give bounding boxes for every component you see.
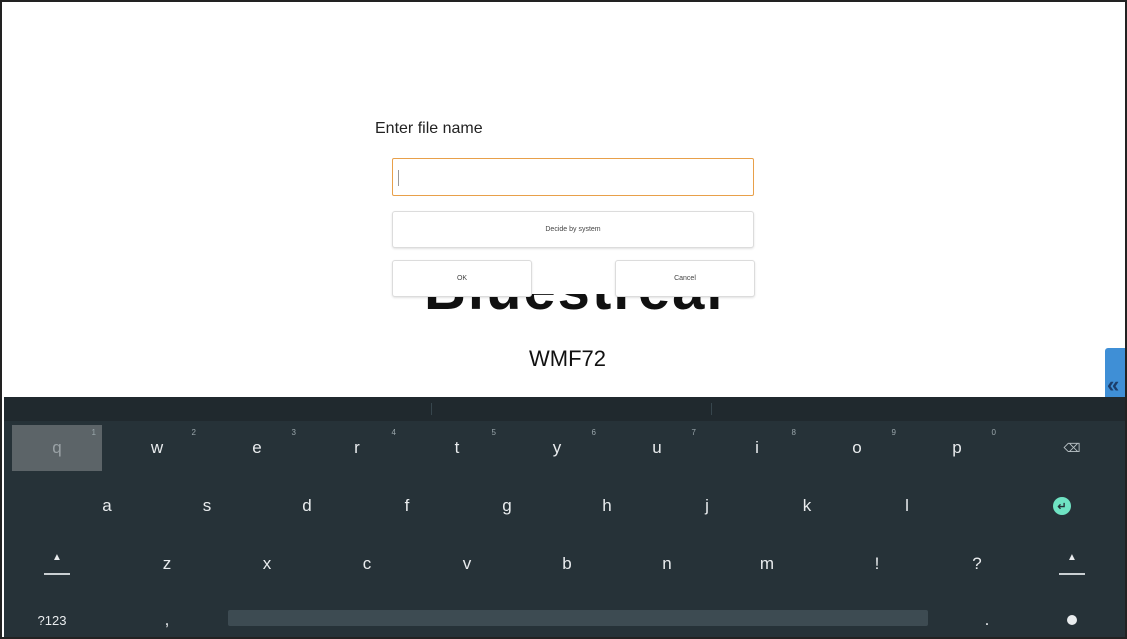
emoji-icon	[1067, 615, 1077, 625]
app-screen: Bluestream WMF72 Enter file name Decide …	[4, 4, 1125, 397]
key-backspace[interactable]: ⌫	[1027, 425, 1117, 471]
space-bar[interactable]	[228, 610, 928, 626]
key-hint: 7	[691, 428, 696, 437]
key-x[interactable]: x	[222, 541, 312, 587]
key-question[interactable]: ?	[932, 541, 1022, 587]
key-label: ?123	[37, 612, 67, 628]
key-label: n	[662, 554, 672, 573]
key-enter[interactable]: ↵	[1017, 483, 1107, 529]
key-label: i	[755, 438, 759, 457]
key-hint: 0	[991, 428, 996, 437]
key-label: k	[802, 496, 812, 515]
key-label: o	[852, 438, 862, 457]
background-title-text: Bluestream	[424, 294, 724, 320]
key-label: .	[984, 610, 990, 629]
key-j[interactable]: j	[662, 483, 752, 529]
key-hint: 5	[491, 428, 496, 437]
key-label: ?	[972, 554, 982, 573]
key-q[interactable]: q 1	[12, 425, 102, 471]
key-y[interactable]: y 6	[512, 425, 602, 471]
key-e[interactable]: e 3	[212, 425, 302, 471]
key-label: d	[302, 496, 312, 515]
shift-icon: ▲	[1059, 553, 1085, 575]
device-frame: Bluestream WMF72 Enter file name Decide …	[0, 0, 1127, 639]
key-hint: 3	[291, 428, 296, 437]
key-k[interactable]: k	[762, 483, 852, 529]
background-subtitle: WMF72	[529, 346, 606, 371]
key-a[interactable]: a	[62, 483, 152, 529]
key-shift-left[interactable]: ▲	[12, 541, 102, 587]
cancel-button[interactable]: Cancel	[615, 260, 755, 297]
key-label: a	[102, 496, 112, 515]
key-s[interactable]: s	[162, 483, 252, 529]
key-z[interactable]: z	[122, 541, 212, 587]
key-b[interactable]: b	[522, 541, 612, 587]
key-hint: 6	[591, 428, 596, 437]
backspace-icon: ⌫	[1063, 441, 1081, 455]
key-p[interactable]: p 0	[912, 425, 1002, 471]
key-u[interactable]: u 7	[612, 425, 702, 471]
key-g[interactable]: g	[462, 483, 552, 529]
key-label: m	[759, 554, 775, 573]
key-i[interactable]: i 8	[712, 425, 802, 471]
key-emoji[interactable]	[1027, 597, 1117, 637]
key-label: w	[150, 438, 164, 457]
key-label: f	[404, 496, 410, 515]
key-n[interactable]: n	[622, 541, 712, 587]
key-h[interactable]: h	[562, 483, 652, 529]
key-d[interactable]: d	[262, 483, 352, 529]
key-label: ,	[164, 610, 170, 629]
key-exclamation[interactable]: !	[832, 541, 922, 587]
key-label: q	[52, 438, 62, 457]
key-label: c	[362, 554, 372, 573]
key-hint: 4	[391, 428, 396, 437]
key-label: e	[252, 438, 262, 457]
key-label: p	[952, 438, 962, 457]
key-f[interactable]: f	[362, 483, 452, 529]
key-label: j	[705, 496, 709, 515]
key-label: x	[262, 554, 272, 573]
key-label: l	[905, 496, 909, 515]
key-label: s	[202, 496, 212, 515]
ok-button[interactable]: OK	[392, 260, 532, 297]
suggestion-divider	[711, 403, 712, 415]
key-hint: 8	[791, 428, 796, 437]
suggestion-divider	[431, 403, 432, 415]
key-label: y	[552, 438, 562, 457]
key-c[interactable]: c	[322, 541, 412, 587]
decide-by-system-button[interactable]: Decide by system	[392, 211, 754, 248]
key-label: t	[454, 438, 460, 457]
key-t[interactable]: t 5	[412, 425, 502, 471]
background-title: Bluestream	[424, 294, 724, 320]
key-shift-right[interactable]: ▲	[1027, 541, 1117, 587]
key-label: z	[162, 554, 172, 573]
key-hint: 1	[91, 428, 96, 437]
key-r[interactable]: r 4	[312, 425, 402, 471]
key-label: u	[652, 438, 662, 457]
onscreen-keyboard: q 1 w 2 e 3 r 4 t 5 y 6 u 7 i 8 o 9 p 0 …	[4, 397, 1125, 637]
shift-icon: ▲	[44, 553, 70, 575]
double-chevron-left-icon: «	[1107, 372, 1120, 397]
text-caret	[398, 170, 399, 186]
key-symbols[interactable]: ?123	[12, 597, 92, 637]
key-label: h	[602, 496, 612, 515]
key-label: !	[874, 554, 880, 573]
key-comma[interactable]: ,	[122, 597, 212, 637]
key-m[interactable]: m	[722, 541, 812, 587]
suggestion-bar	[4, 397, 1125, 421]
key-label: v	[462, 554, 472, 573]
key-label: g	[502, 496, 512, 515]
key-period[interactable]: .	[942, 597, 1032, 637]
key-label: r	[354, 438, 360, 457]
key-l[interactable]: l	[862, 483, 952, 529]
key-v[interactable]: v	[422, 541, 512, 587]
dialog-title: Enter file name	[375, 120, 483, 137]
key-w[interactable]: w 2	[112, 425, 202, 471]
key-hint: 2	[191, 428, 196, 437]
enter-icon: ↵	[1053, 497, 1071, 515]
file-name-input[interactable]	[392, 158, 754, 196]
key-hint: 9	[891, 428, 896, 437]
key-o[interactable]: o 9	[812, 425, 902, 471]
key-label: b	[562, 554, 572, 573]
